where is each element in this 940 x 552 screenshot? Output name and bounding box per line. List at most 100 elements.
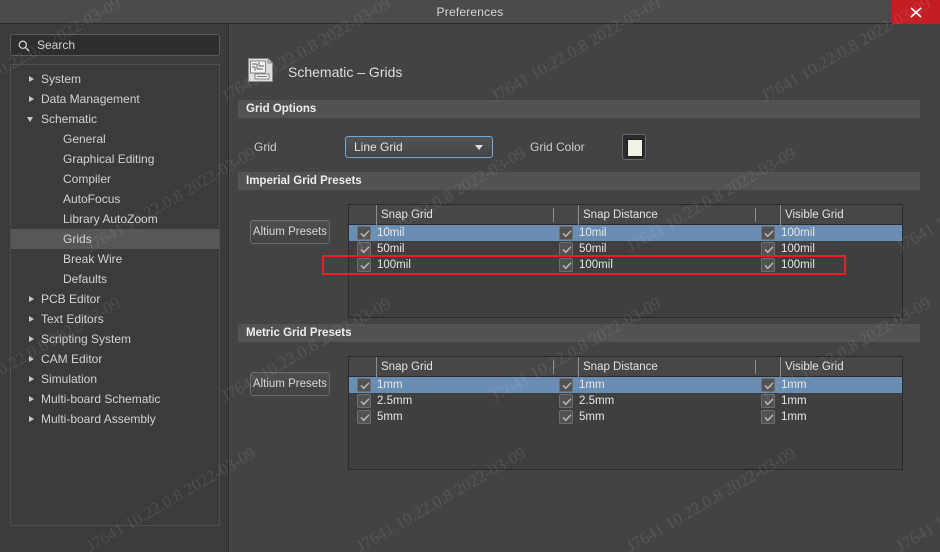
chevron-down-icon[interactable]	[27, 117, 33, 122]
chevron-right-icon[interactable]	[29, 336, 34, 342]
search-input[interactable]	[37, 35, 213, 55]
sidebar-item-label: Compiler	[63, 172, 112, 186]
table-row[interactable]: 10mil 10mil 100mil	[349, 225, 902, 241]
checkbox[interactable]	[761, 226, 775, 240]
column-separator[interactable]	[553, 360, 554, 374]
chevron-right-icon[interactable]	[29, 376, 34, 382]
column-separator[interactable]	[553, 208, 554, 222]
chevron-right-icon[interactable]	[29, 416, 34, 422]
cell-value: 100mil	[377, 259, 411, 271]
table-cell[interactable]: 2.5mm	[357, 393, 559, 409]
sidebar-item-multi-board-assembly[interactable]: Multi-board Assembly	[11, 409, 219, 429]
checkbox[interactable]	[559, 410, 573, 424]
table-row[interactable]: 50mil 50mil 100mil	[349, 241, 902, 257]
table-cell[interactable]: 10mil	[559, 225, 761, 241]
cell-value: 100mil	[781, 227, 815, 239]
sidebar-item-compiler[interactable]: Compiler	[11, 169, 219, 189]
checkbox[interactable]	[559, 258, 573, 272]
table-row[interactable]: 100mil 100mil 100mil	[349, 257, 902, 273]
table-cell[interactable]: 1mm	[559, 377, 761, 393]
table-row[interactable]: 5mm 5mm 1mm	[349, 409, 902, 425]
sidebar-item-autofocus[interactable]: AutoFocus	[11, 189, 219, 209]
table-row[interactable]: 1mm 1mm 1mm	[349, 377, 902, 393]
checkbox[interactable]	[357, 226, 371, 240]
table-cell[interactable]: 1mm	[761, 409, 912, 425]
sidebar-item-label: General	[63, 132, 106, 146]
column-header[interactable]: Snap Grid	[376, 205, 433, 225]
column-header[interactable]: Snap Distance	[578, 205, 658, 225]
settings-tree[interactable]: System Data Management Schematic General Gra…	[10, 64, 220, 526]
sidebar-item-defaults[interactable]: Defaults	[11, 269, 219, 289]
checkbox[interactable]	[357, 258, 371, 272]
checkbox[interactable]	[357, 394, 371, 408]
table-cell[interactable]: 100mil	[761, 225, 912, 241]
sidebar-item-schematic[interactable]: Schematic	[11, 109, 219, 129]
table-cell[interactable]: 1mm	[357, 377, 559, 393]
column-header[interactable]: Snap Grid	[376, 357, 433, 377]
sidebar-item-label: Defaults	[63, 272, 108, 286]
table-row[interactable]: 2.5mm 2.5mm 1mm	[349, 393, 902, 409]
sidebar-item-pcb-editor[interactable]: PCB Editor	[11, 289, 219, 309]
column-header[interactable]: Visible Grid	[780, 357, 844, 377]
search-box[interactable]	[10, 34, 220, 56]
sidebar-item-data-management[interactable]: Data Management	[11, 89, 219, 109]
table-cell[interactable]: 2.5mm	[559, 393, 761, 409]
table-cell[interactable]: 5mm	[559, 409, 761, 425]
column-separator[interactable]	[755, 360, 756, 374]
check-icon	[360, 230, 370, 238]
sidebar-item-cam-editor[interactable]: CAM Editor	[11, 349, 219, 369]
cell-value: 2.5mm	[579, 395, 615, 407]
sidebar-item-text-editors[interactable]: Text Editors	[11, 309, 219, 329]
table-cell[interactable]: 5mm	[357, 409, 559, 425]
checkbox[interactable]	[357, 378, 371, 392]
sidebar-item-scripting-system[interactable]: Scripting System	[11, 329, 219, 349]
checkbox[interactable]	[761, 378, 775, 392]
chevron-right-icon[interactable]	[29, 296, 34, 302]
imperial-grid-table[interactable]: Snap Grid Snap Distance Visible Grid 10mil 1…	[348, 204, 903, 318]
grid-type-dropdown[interactable]: Line Grid	[345, 136, 493, 158]
sidebar-item-graphical-editing[interactable]: Graphical Editing	[11, 149, 219, 169]
column-header[interactable]: Snap Distance	[578, 357, 658, 377]
checkbox[interactable]	[357, 410, 371, 424]
imperial-altium-presets-button[interactable]: Altium Presets	[250, 220, 330, 244]
chevron-right-icon[interactable]	[29, 396, 34, 402]
cell-value: 1mm	[781, 379, 807, 391]
checkbox[interactable]	[761, 242, 775, 256]
search-icon	[18, 40, 30, 52]
metric-altium-presets-button[interactable]: Altium Presets	[250, 372, 330, 396]
sidebar-item-break-wire[interactable]: Break Wire	[11, 249, 219, 269]
checkbox[interactable]	[559, 394, 573, 408]
checkbox[interactable]	[559, 378, 573, 392]
table-cell[interactable]: 100mil	[357, 257, 559, 273]
chevron-right-icon[interactable]	[29, 96, 34, 102]
metric-grid-table[interactable]: Snap Grid Snap Distance Visible Grid 1mm 1mm…	[348, 356, 903, 470]
sidebar-item-system[interactable]: System	[11, 69, 219, 89]
checkbox[interactable]	[559, 242, 573, 256]
checkbox[interactable]	[761, 258, 775, 272]
chevron-right-icon[interactable]	[29, 316, 34, 322]
table-cell[interactable]: 1mm	[761, 393, 912, 409]
table-cell[interactable]: 100mil	[559, 257, 761, 273]
checkbox[interactable]	[559, 226, 573, 240]
checkbox[interactable]	[357, 242, 371, 256]
close-button[interactable]	[892, 0, 940, 24]
column-header[interactable]: Visible Grid	[780, 205, 844, 225]
chevron-right-icon[interactable]	[29, 76, 34, 82]
chevron-right-icon[interactable]	[29, 356, 34, 362]
sidebar-item-simulation[interactable]: Simulation	[11, 369, 219, 389]
table-cell[interactable]: 50mil	[357, 241, 559, 257]
table-cell[interactable]: 100mil	[761, 241, 912, 257]
sidebar-item-general[interactable]: General	[11, 129, 219, 149]
sidebar-item-library-autozoom[interactable]: Library AutoZoom	[11, 209, 219, 229]
table-cell[interactable]: 50mil	[559, 241, 761, 257]
table-cell[interactable]: 1mm	[761, 377, 912, 393]
sidebar-item-grids[interactable]: Grids	[11, 229, 219, 249]
checkbox[interactable]	[761, 410, 775, 424]
table-cell[interactable]: 10mil	[357, 225, 559, 241]
sidebar-item-multi-board-schematic[interactable]: Multi-board Schematic	[11, 389, 219, 409]
grid-color-swatch[interactable]	[622, 134, 646, 160]
table-cell[interactable]: 100mil	[761, 257, 912, 273]
checkbox[interactable]	[761, 394, 775, 408]
schematic-icon	[248, 58, 273, 82]
column-separator[interactable]	[755, 208, 756, 222]
